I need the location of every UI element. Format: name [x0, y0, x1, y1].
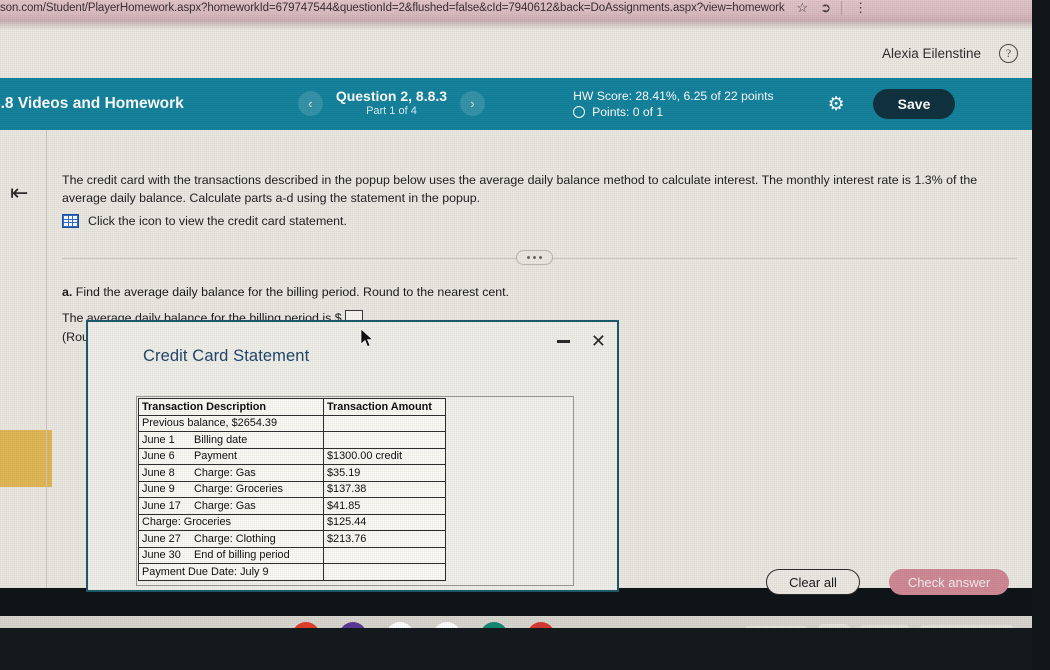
table-row: June 1 Billing date: [138, 431, 446, 449]
minimize-icon[interactable]: [556, 339, 570, 343]
homework-header: 8.8 Videos and Homework ‹ Question 2, 8.…: [0, 78, 1032, 130]
dot-2: [533, 256, 536, 259]
dot-3: [539, 256, 542, 259]
gold-highlight-block: [0, 430, 52, 487]
cell-date: June 8: [142, 466, 175, 479]
url-text[interactable]: son.com/Student/PlayerHomework.aspx?home…: [0, 2, 785, 14]
cell-description: Charge: Groceries: [138, 513, 324, 531]
gear-icon[interactable]: ⚙: [828, 93, 845, 116]
user-name: Alexia Eilenstine: [881, 45, 981, 61]
table-row: Previous balance, $2654.39: [138, 414, 446, 432]
mouse-cursor: [360, 328, 374, 348]
statement-table: Transaction Description Transaction Amou…: [138, 398, 446, 581]
table-row: June 8 Charge: Gas $35.19: [138, 464, 446, 482]
share-icon[interactable]: ➲: [820, 0, 831, 16]
statement-icon-row[interactable]: Click the icon to view the credit card s…: [62, 214, 347, 228]
close-icon[interactable]: ✕: [591, 332, 606, 350]
score-summary: HW Score: 28.41%, 6.25 of 22 points Poin…: [573, 88, 774, 121]
screen-photograph: son.com/Student/PlayerHomework.aspx?home…: [0, 0, 1050, 670]
hw-score: HW Score: 28.41%, 6.25 of 22 points: [573, 88, 774, 103]
previous-question-button[interactable]: ‹: [297, 91, 323, 117]
cell-amount: $213.76: [323, 530, 446, 548]
header-amount: Transaction Amount: [323, 398, 446, 416]
table-row: June 27 Charge: Clothing $213.76: [138, 530, 446, 548]
cell-amount: [323, 414, 446, 432]
part-a-label: a.: [62, 285, 73, 299]
cell-date: June 27: [142, 532, 181, 545]
question-nav: ‹ Question 2, 8.8.3 Part 1 of 4 ›: [297, 88, 486, 119]
progress-ring-icon: [573, 106, 586, 119]
cell-date: June 17: [142, 499, 181, 512]
table-row: Charge: Groceries $125.44: [138, 513, 446, 531]
browser-url-bar[interactable]: son.com/Student/PlayerHomework.aspx?home…: [0, 0, 1032, 20]
dialog-window-controls: ✕: [556, 332, 606, 350]
cell-description: June 6 Payment: [138, 447, 324, 465]
cell-description: Payment Due Date: July 9: [138, 563, 324, 581]
cell-description: June 1 Billing date: [138, 431, 324, 449]
cell-amount: $35.19: [323, 464, 446, 482]
table-row: June 30 End of billing period: [138, 546, 446, 564]
table-row: June 9 Charge: Groceries $137.38: [138, 480, 446, 498]
page-surface: Alexia Eilenstine ? 8.8 Videos and Homew…: [0, 28, 1032, 656]
cell-date: June 1: [142, 433, 175, 446]
statement-table-body: Previous balance, $2654.39 June 1 Billing …: [138, 414, 446, 581]
cell-description: June 9 Charge: Groceries: [138, 480, 324, 498]
cell-description: June 17 Charge: Gas: [138, 497, 324, 515]
cell-amount: $1300.00 credit: [323, 447, 446, 465]
statement-container: Transaction Description Transaction Amou…: [136, 396, 574, 586]
points-row: Points: 0 of 1: [573, 104, 774, 120]
cell-description: June 27 Charge: Clothing: [138, 530, 324, 548]
kebab-menu-icon[interactable]: ⋮: [854, 0, 867, 16]
url-bar-shadow: [0, 20, 1032, 29]
save-button[interactable]: Save: [872, 89, 956, 119]
cell-description: Previous balance, $2654.39: [138, 414, 324, 432]
table-row: Payment Due Date: July 9: [138, 563, 446, 581]
table-grid-icon[interactable]: [62, 214, 79, 228]
left-rail: ⇤: [0, 130, 52, 588]
statement-link-text[interactable]: Click the icon to view the credit card s…: [88, 214, 347, 228]
check-answer-button[interactable]: Check answer: [889, 569, 1009, 595]
table-row: June 6 Payment $1300.00 credit: [138, 447, 446, 465]
dialog-title: Credit Card Statement: [143, 347, 310, 365]
question-part: Part 1 of 4: [366, 105, 417, 118]
course-title: 8.8 Videos and Homework: [0, 95, 184, 112]
cell-description: June 30 End of billing period: [138, 546, 324, 564]
back-to-start-icon[interactable]: ⇤: [10, 180, 28, 206]
cell-amount: [323, 546, 446, 564]
cell-description: June 8 Charge: Gas: [138, 464, 324, 482]
header-description: Transaction Description: [138, 398, 324, 416]
cell-amount: $41.85: [323, 497, 446, 515]
account-bar: Alexia Eilenstine ?: [0, 28, 1032, 78]
cell-amount: $137.38: [323, 480, 446, 498]
content-divider: [46, 130, 47, 588]
part-a-text: Find the average daily balance for the b…: [75, 285, 510, 299]
toolbar-divider: [841, 1, 843, 15]
help-icon[interactable]: ?: [999, 43, 1018, 63]
question-label-group: Question 2, 8.8.3 Part 1 of 4: [336, 88, 447, 119]
more-options-button[interactable]: [516, 250, 553, 265]
clear-all-button[interactable]: Clear all: [766, 569, 860, 595]
credit-card-statement-dialog: ✕ Credit Card Statement Transaction Desc…: [86, 320, 619, 592]
part-a-prompt: a. Find the average daily balance for th…: [62, 285, 509, 299]
cell-amount: [323, 431, 446, 449]
cell-date: June 9: [142, 483, 175, 496]
dot-1: [527, 256, 530, 259]
question-title: Question 2, 8.8.3: [335, 88, 448, 105]
table-header-row: Transaction Description Transaction Amou…: [138, 398, 446, 416]
points-label: Points: 0 of 1: [592, 105, 664, 119]
table-row: June 17 Charge: Gas $41.85: [138, 497, 446, 515]
cell-amount: $125.44: [323, 513, 446, 531]
cell-amount: [323, 563, 446, 581]
screen-bezel-bottom: [0, 628, 1050, 670]
next-question-button[interactable]: ›: [460, 91, 486, 117]
screen-bezel-right: [1032, 0, 1050, 670]
star-icon[interactable]: ☆: [797, 0, 809, 16]
cell-date: June 6: [142, 450, 175, 463]
cell-date: June 30: [142, 549, 181, 562]
question-prompt: The credit card with the transactions de…: [62, 173, 978, 205]
